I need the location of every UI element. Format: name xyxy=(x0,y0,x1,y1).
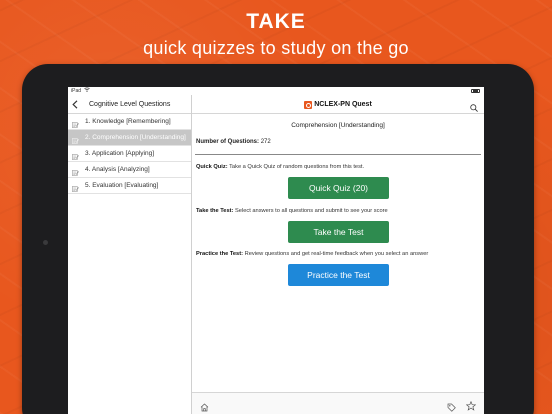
sidebar-item-label: 5. Evaluation [Evaluating] xyxy=(85,182,159,189)
practice-test-description: Practice the Test: Review questions and … xyxy=(196,251,484,257)
status-bar: iPad xyxy=(68,87,484,95)
sidebar-item-label: 4. Analysis [Analyzing] xyxy=(85,166,150,173)
app-screen: iPad Cognitive Level Questions 1. Knowle… xyxy=(68,87,484,414)
document-edit-icon xyxy=(72,135,79,144)
sidebar-item-analysis[interactable]: 4. Analysis [Analyzing] xyxy=(68,162,191,178)
take-test-label: Take the Test: xyxy=(196,208,234,214)
promo-headline: TAKE xyxy=(246,10,306,33)
take-test-button[interactable]: Take the Test xyxy=(288,221,389,243)
back-chevron-icon[interactable] xyxy=(72,95,78,116)
wifi-icon xyxy=(84,87,91,95)
home-icon[interactable] xyxy=(200,399,209,412)
sidebar-item-application[interactable]: 3. Application [Applying] xyxy=(68,146,191,162)
divider xyxy=(195,154,481,155)
sidebar-nav-bar: Cognitive Level Questions xyxy=(68,95,191,114)
promo-header: TAKE quick quizzes to study on the go xyxy=(0,10,552,59)
app-title: NCLEX-PN Quest xyxy=(314,101,372,108)
app-brand: NCLEX-PN Quest xyxy=(304,95,372,114)
sidebar-item-knowledge[interactable]: 1. Knowledge [Remembering] xyxy=(68,114,191,130)
ipad-home-button xyxy=(43,240,48,245)
practice-test-text: Review questions and get real-time feedb… xyxy=(244,251,429,257)
document-edit-icon xyxy=(72,151,79,160)
quick-quiz-text: Take a Quick Quiz of random questions fr… xyxy=(229,164,365,170)
quick-quiz-button[interactable]: Quick Quiz (20) xyxy=(288,177,389,199)
quick-quiz-description: Quick Quiz: Take a Quick Quiz of random … xyxy=(196,164,484,170)
battery-icon xyxy=(471,89,480,93)
sidebar-item-label: 1. Knowledge [Remembering] xyxy=(85,118,171,125)
take-test-text: Select answers to all questions and subm… xyxy=(235,208,388,214)
sidebar-item-comprehension[interactable]: 2. Comprehension [Understanding] xyxy=(68,130,191,146)
bottom-toolbar xyxy=(192,392,484,414)
tag-icon[interactable] xyxy=(447,399,456,412)
sidebar: Cognitive Level Questions 1. Knowledge [… xyxy=(68,95,192,414)
device-label: iPad xyxy=(71,88,82,94)
detail-pane: NCLEX-PN Quest Comprehension [Understand… xyxy=(192,95,484,414)
practice-test-button[interactable]: Practice the Test xyxy=(288,264,389,286)
sidebar-item-label: 2. Comprehension [Understanding] xyxy=(85,134,186,141)
document-edit-icon xyxy=(72,167,79,176)
practice-test-label: Practice the Test: xyxy=(196,251,243,257)
promo-subheadline: quick quizzes to study on the go xyxy=(143,38,409,58)
sidebar-item-label: 3. Application [Applying] xyxy=(85,150,155,157)
take-test-description: Take the Test: Select answers to all que… xyxy=(196,208,484,214)
question-count-value: 272 xyxy=(260,139,271,145)
app-logo-icon xyxy=(304,100,313,109)
star-icon[interactable] xyxy=(465,398,477,411)
section-title: Comprehension [Understanding] xyxy=(291,122,385,129)
quick-quiz-label: Quick Quiz: xyxy=(196,164,228,170)
question-count-label: Number of Questions: xyxy=(196,139,260,145)
sidebar-title: Cognitive Level Questions xyxy=(89,101,171,108)
search-icon[interactable] xyxy=(470,101,478,112)
document-edit-icon xyxy=(72,183,79,192)
sidebar-item-evaluation[interactable]: 5. Evaluation [Evaluating] xyxy=(68,178,191,194)
document-edit-icon xyxy=(72,119,79,128)
question-count: Number of Questions: 272 xyxy=(196,139,484,145)
detail-nav-bar: NCLEX-PN Quest xyxy=(192,95,484,114)
